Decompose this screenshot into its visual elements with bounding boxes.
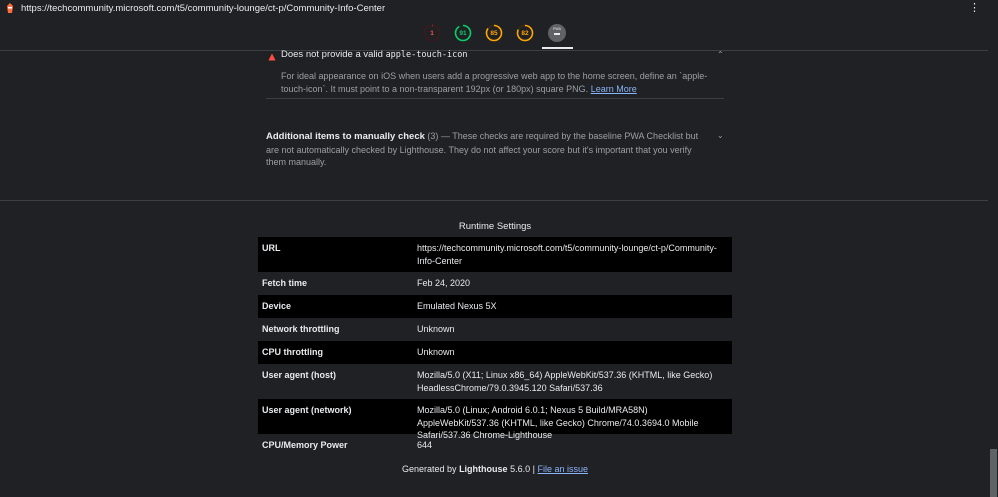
footer-generated-by: Generated by [402,464,457,474]
gauge-best-practices[interactable]: 85 [485,24,503,42]
row-value: 644 [417,440,433,450]
table-row: CPU/Memory Power 644 [258,434,732,457]
file-issue-link[interactable]: File an issue [537,464,588,474]
gauge-best-practices-score: 85 [490,29,498,37]
pwa-badge-icon[interactable]: PWA [548,24,566,42]
footer-brand: Lighthouse [459,464,508,474]
row-value: Unknown [417,347,455,357]
manual-checks-group[interactable]: Additional items to manually check (3) —… [266,130,706,169]
page-scrollbar[interactable] [988,16,998,497]
table-row: User agent (network) Mozilla/5.0 (Linux;… [258,399,732,440]
audit-title: Does not provide a valid apple-touch-ico… [281,49,467,60]
warning-triangle-icon [268,50,276,61]
chevron-down-icon[interactable]: ⌄ [717,131,724,140]
pwa-badge-label: PWA [553,27,561,31]
row-value: Emulated Nexus 5X [417,301,497,311]
audit-title-text: Does not provide a valid [281,49,386,60]
row-key: URL [262,243,281,253]
chevron-up-icon[interactable]: ⌃ [717,50,724,59]
audit-description-text: For ideal appearance on iOS when users a… [281,71,708,94]
table-row: CPU throttling Unknown [258,341,732,364]
row-key: Network throttling [262,324,340,334]
report-footer: Generated by Lighthouse 5.6.0 | File an … [0,464,990,474]
row-value: Mozilla/5.0 (Linux; Android 6.0.1; Nexus… [417,405,699,440]
table-row: Fetch time Feb 24, 2020 [258,272,732,295]
footer-version: 5.6.0 | [510,464,535,474]
section-divider [0,200,998,201]
row-value: Feb 24, 2020 [417,278,471,288]
audit-description: For ideal appearance on iOS when users a… [281,70,721,95]
row-key: Fetch time [262,278,308,288]
more-options-icon[interactable]: ⋮ [969,2,980,14]
gauge-accessibility[interactable]: 91 [454,24,472,42]
audit-title-code: apple-touch-icon [385,50,468,60]
pwa-dash-icon [554,33,560,35]
gauge-seo-score: 82 [521,29,529,37]
row-key: User agent (network) [262,405,352,415]
pwa-checklist-link[interactable]: PWA Checklist [624,131,683,141]
row-value: Unknown [417,324,455,334]
row-key: CPU throttling [262,347,323,357]
scrollbar-thumb[interactable] [990,449,997,497]
runtime-settings-title: Runtime Settings [458,221,532,232]
active-category-underline [542,47,573,49]
row-value: Mozilla/5.0 (X11; Linux x86_64) AppleWeb… [417,370,713,393]
table-row: User agent (host) Mozilla/5.0 (X11; Linu… [258,364,732,399]
score-gauges-bar: 1 91 85 82 PWA [0,16,998,51]
gauge-performance[interactable]: 1 [423,24,441,42]
row-key: CPU/Memory Power [262,440,348,450]
table-row: URL https://techcommunity.microsoft.com/… [258,237,732,272]
manual-checks-title: Additional items to manually check [266,131,425,142]
gauge-performance-score: 1 [430,29,434,37]
gauge-accessibility-score: 91 [459,29,467,37]
table-row: Device Emulated Nexus 5X [258,295,732,318]
browser-top-bar: https://techcommunity.microsoft.com/t5/c… [0,0,998,16]
manual-checks-desc-before: — These checks are required by the basel… [440,131,622,141]
runtime-settings-table: URL https://techcommunity.microsoft.com/… [258,237,732,457]
row-key: Device [262,301,292,311]
address-bar-url[interactable]: https://techcommunity.microsoft.com/t5/c… [21,3,385,14]
gauge-seo[interactable]: 82 [516,24,534,42]
table-row: Network throttling Unknown [258,318,732,341]
manual-checks-count: (3) [427,131,439,141]
learn-more-link[interactable]: Learn More [591,84,637,94]
site-favicon-icon [6,3,14,13]
audit-divider [266,98,724,99]
row-key: User agent (host) [262,370,337,380]
row-value: https://techcommunity.microsoft.com/t5/c… [417,243,717,266]
